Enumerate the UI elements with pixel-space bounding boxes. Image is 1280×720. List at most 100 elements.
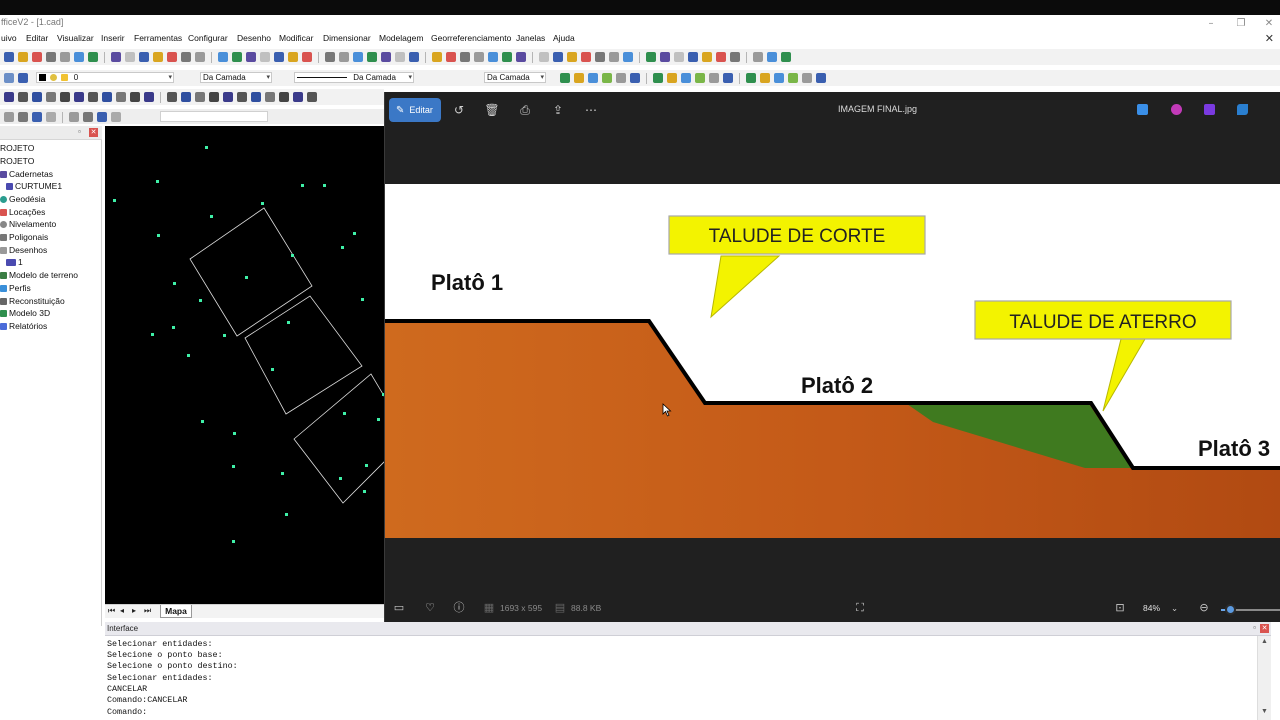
filmstrip-icon[interactable]: ▭ (391, 600, 407, 616)
toolbar-tool-icon[interactable] (293, 92, 303, 102)
scroll-up-icon[interactable]: ▲ (1261, 638, 1268, 645)
toolbar-tool-icon[interactable] (111, 52, 121, 62)
tree-item-desenho-1[interactable]: 1 (6, 257, 23, 267)
next-tab-icon[interactable]: ▸ (132, 606, 136, 615)
toolbar-tool-icon[interactable] (516, 52, 526, 62)
menu-configurar[interactable]: Configurar (188, 33, 228, 43)
console-scrollbar[interactable]: ▲ ▼ (1257, 636, 1271, 720)
toolbar-tool-icon[interactable] (688, 52, 698, 62)
fullscreen-icon[interactable]: ⛶ (852, 600, 868, 616)
toolbar-tool-icon[interactable] (716, 52, 726, 62)
tree-item-poligonais[interactable]: Poligonais (0, 232, 48, 242)
toolbar-tool-icon[interactable] (660, 52, 670, 62)
menu-editar[interactable]: Editar (26, 33, 48, 43)
document-close-icon[interactable]: ✕ (1265, 32, 1274, 45)
toolbar-tool-icon[interactable] (395, 52, 405, 62)
pin-icon[interactable]: ▫ (1253, 623, 1256, 632)
close-icon[interactable]: ✕ (1254, 15, 1280, 32)
displayed-image[interactable]: TALUDE DE CORTE TALUDE DE ATERRO Platô 1… (385, 184, 1280, 538)
toolbar-tool-icon[interactable] (302, 52, 312, 62)
toolbar-tool-icon[interactable] (181, 52, 191, 62)
toolbar-tool-icon[interactable] (574, 73, 584, 83)
menu-desenho[interactable]: Desenho (237, 33, 271, 43)
bulb-icon[interactable] (4, 73, 14, 83)
toolbar-tool-icon[interactable] (130, 92, 140, 102)
tab-mapa[interactable]: Mapa (160, 605, 192, 618)
scroll-down-icon[interactable]: ▼ (1261, 708, 1268, 715)
toolbar-tool-icon[interactable] (181, 92, 191, 102)
toolbar-tool-icon[interactable] (46, 112, 56, 122)
toolbar-tool-icon[interactable] (237, 92, 247, 102)
toolbar-tool-icon[interactable] (88, 52, 98, 62)
toolbar-tool-icon[interactable] (695, 73, 705, 83)
toolbar-tool-icon[interactable] (46, 52, 56, 62)
menu-visualizar[interactable]: Visualizar (57, 33, 94, 43)
close-panel-icon[interactable]: ✕ (89, 128, 98, 137)
toolbar-tool-icon[interactable] (74, 52, 84, 62)
toolbar-tool-icon[interactable] (125, 52, 135, 62)
menu-ferramentas[interactable]: Ferramentas (134, 33, 182, 43)
toolbar-tool-icon[interactable] (153, 52, 163, 62)
command-field[interactable] (160, 111, 268, 122)
video-editor-app-icon[interactable] (1204, 104, 1215, 115)
toolbar-tool-icon[interactable] (816, 73, 826, 83)
tree-item-geodesia[interactable]: Geodésia (0, 194, 45, 204)
toolbar-tool-icon[interactable] (251, 92, 261, 102)
toolbar-tool-icon[interactable] (167, 52, 177, 62)
tree-item-cadernetas[interactable]: Cadernetas (0, 169, 53, 179)
toolbar-tool-icon[interactable] (246, 52, 256, 62)
lineweight-select[interactable]: Da Camada ▾ (484, 72, 546, 83)
toolbar-tool-icon[interactable] (195, 92, 205, 102)
toolbar-tool-icon[interactable] (446, 52, 456, 62)
toolbar-tool-icon[interactable] (325, 52, 335, 62)
toolbar-tool-icon[interactable] (4, 52, 14, 62)
console-output[interactable]: Selecionar entidades: Selecione o ponto … (105, 636, 1257, 720)
toolbar-tool-icon[interactable] (609, 52, 619, 62)
toolbar-tool-icon[interactable] (560, 73, 570, 83)
toolbar-tool-icon[interactable] (46, 92, 56, 102)
maximize-icon[interactable]: ❐ (1226, 15, 1256, 32)
tree-item-perfis[interactable]: Perfis (0, 283, 31, 293)
tree-item-modelo-3d[interactable]: Modelo 3D (0, 308, 50, 318)
toolbar-tool-icon[interactable] (279, 92, 289, 102)
toolbar-tool-icon[interactable] (681, 73, 691, 83)
toolbar-tool-icon[interactable] (367, 52, 377, 62)
toolbar-tool-icon[interactable] (116, 92, 126, 102)
toolbar-tool-icon[interactable] (69, 112, 79, 122)
toolbar-tool-icon[interactable] (488, 52, 498, 62)
toolbar-tool-icon[interactable] (4, 92, 14, 102)
toolbar-tool-icon[interactable] (460, 52, 470, 62)
toolbar-tool-icon[interactable] (730, 52, 740, 62)
toolbar-tool-icon[interactable] (581, 52, 591, 62)
toolbar-tool-icon[interactable] (339, 52, 349, 62)
linetype-select[interactable]: Da Camada ▾ (294, 72, 414, 83)
menu-inserir[interactable]: Inserir (101, 33, 125, 43)
toolbar-tool-icon[interactable] (223, 92, 233, 102)
menu-janelas[interactable]: Janelas (516, 33, 545, 43)
zoom-out-icon[interactable]: ⊖ (1196, 600, 1212, 616)
menu-georreferenciamento[interactable]: Georreferenciamento (431, 33, 511, 43)
tree-item-relatorios[interactable]: Relatórios (0, 321, 47, 331)
pin-icon[interactable]: ▫ (78, 127, 81, 136)
toolbar-tool-icon[interactable] (746, 73, 756, 83)
menu-modificar[interactable]: Modificar (279, 33, 313, 43)
toolbar-tool-icon[interactable] (74, 92, 84, 102)
tree-item-modelo-terreno[interactable]: Modelo de terreno (0, 270, 78, 280)
minimize-icon[interactable]: – (1196, 15, 1226, 32)
designer-app-icon[interactable] (1137, 104, 1148, 115)
toolbar-tool-icon[interactable] (167, 92, 177, 102)
toolbar-tool-icon[interactable] (32, 112, 42, 122)
menu-modelagem[interactable]: Modelagem (379, 33, 423, 43)
toolbar-tool-icon[interactable] (144, 92, 154, 102)
color-select[interactable]: Da Camada ▾ (200, 72, 272, 83)
favorite-icon[interactable]: ♡ (422, 600, 438, 616)
layers-icon[interactable] (18, 73, 28, 83)
toolbar-tool-icon[interactable] (18, 112, 28, 122)
toolbar-tool-icon[interactable] (195, 52, 205, 62)
tree-item-reconstituicao[interactable]: Reconstituição (0, 296, 65, 306)
toolbar-tool-icon[interactable] (753, 52, 763, 62)
toolbar-tool-icon[interactable] (353, 52, 363, 62)
toolbar-tool-icon[interactable] (474, 52, 484, 62)
toolbar-tool-icon[interactable] (781, 52, 791, 62)
menu-dimensionar[interactable]: Dimensionar (323, 33, 371, 43)
